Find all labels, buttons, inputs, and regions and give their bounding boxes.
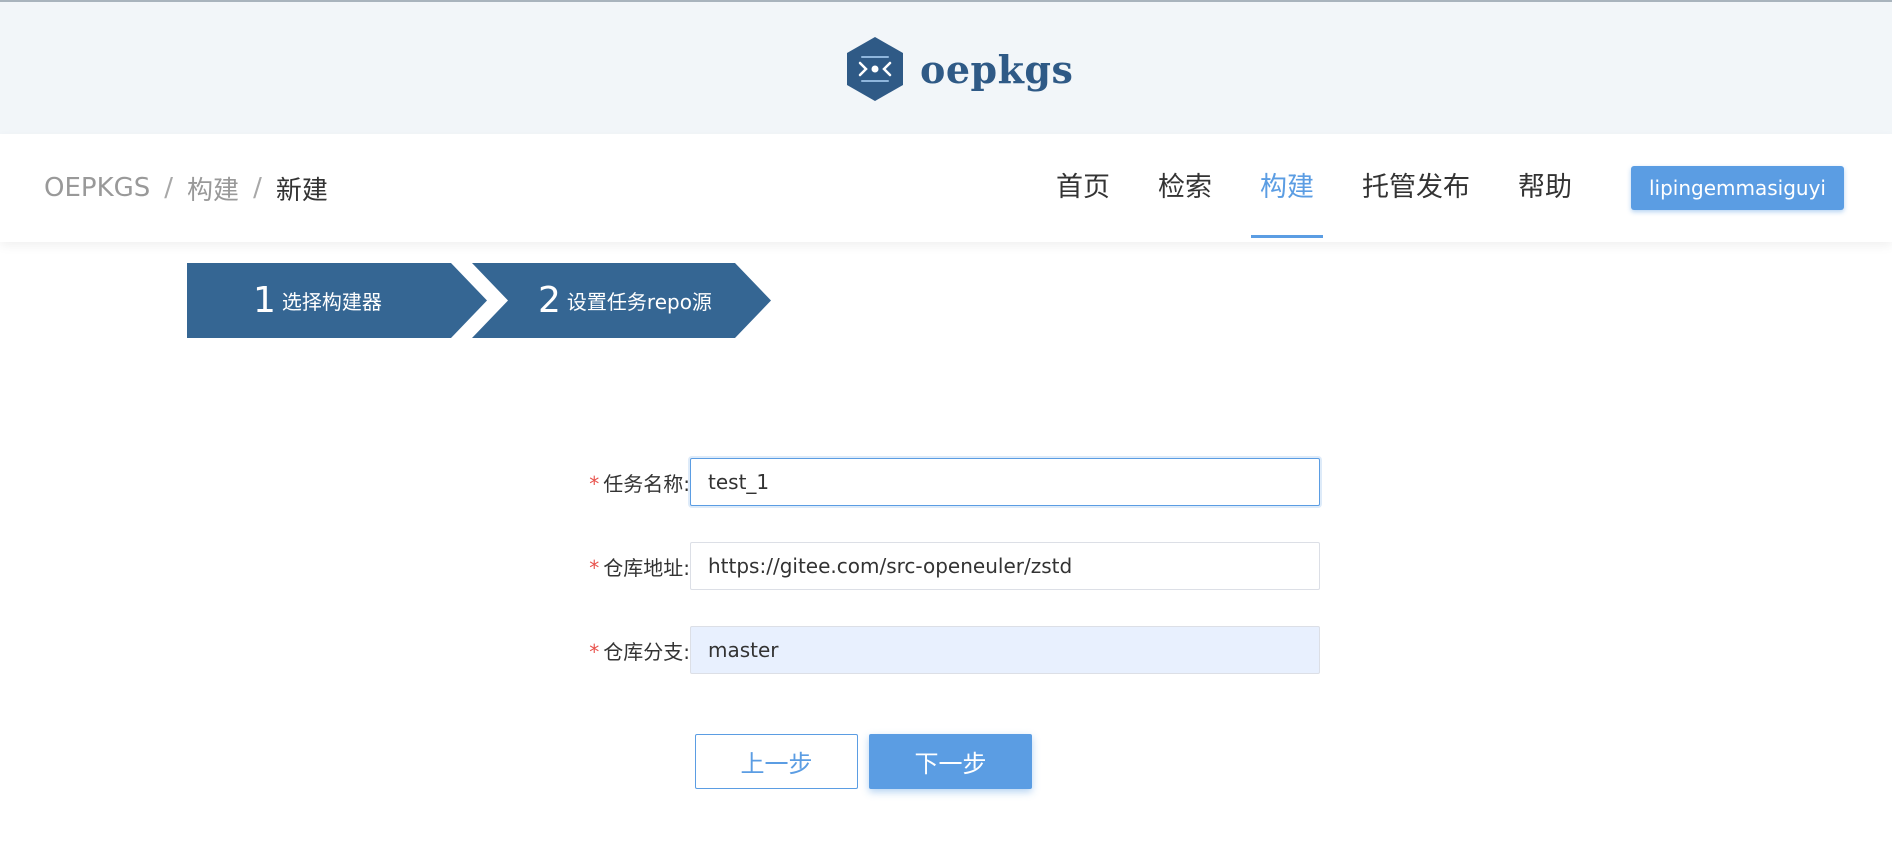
top-banner: oepkgs (0, 0, 1892, 134)
next-step-button[interactable]: 下一步 (869, 734, 1032, 789)
user-account-button[interactable]: lipingemmasiguyi (1630, 166, 1844, 210)
step-2-number: 2 (538, 280, 561, 321)
required-mark: * (589, 555, 600, 580)
task-name-label: * 任务名称: (589, 471, 690, 496)
step-2[interactable]: 2 设置任务repo源 (538, 263, 712, 338)
form-row-repo-branch: * 仓库分支: (500, 626, 1320, 674)
task-name-input[interactable] (690, 458, 1320, 506)
navbar: OEPKGS / 构建 / 新建 首页 检索 构建 托管发布 帮助 liping… (0, 134, 1892, 242)
hexagon-logo-icon (844, 35, 906, 103)
step-1-label: 选择构建器 (281, 290, 382, 314)
brand[interactable]: oepkgs (844, 34, 1073, 104)
brand-name: oepkgs (920, 46, 1074, 92)
nav-item-hosted-release[interactable]: 托管发布 (1353, 134, 1479, 242)
step-1[interactable]: 1 选择构建器 (253, 263, 382, 338)
breadcrumb-separator: / (164, 173, 174, 203)
required-mark: * (589, 639, 600, 664)
breadcrumb-item-oepkgs[interactable]: OEPKGS (44, 173, 150, 203)
nav-item-help[interactable]: 帮助 (1509, 134, 1581, 242)
breadcrumb: OEPKGS / 构建 / 新建 (44, 134, 328, 242)
form-row-repo-url: * 仓库地址: (500, 542, 1320, 590)
step-indicator: 1 选择构建器 2 设置任务repo源 (187, 263, 777, 338)
nav-item-build[interactable]: 构建 (1250, 134, 1323, 242)
repo-url-input[interactable] (690, 542, 1320, 590)
nav-item-home[interactable]: 首页 (1047, 134, 1119, 242)
breadcrumb-separator: / (253, 173, 262, 203)
repo-branch-label: * 仓库分支: (589, 639, 690, 664)
step-1-number: 1 (253, 280, 276, 321)
step-2-label: 设置任务repo源 (566, 290, 712, 314)
breadcrumb-item-new: 新建 (275, 175, 328, 206)
nav-item-search[interactable]: 检索 (1149, 134, 1221, 242)
previous-step-button[interactable]: 上一步 (695, 734, 858, 789)
repo-url-label: * 仓库地址: (589, 555, 690, 580)
repo-branch-input[interactable] (690, 626, 1320, 674)
required-mark: * (589, 471, 600, 496)
form-row-task-name: * 任务名称: (500, 458, 1320, 506)
breadcrumb-item-build[interactable]: 构建 (187, 170, 239, 207)
main-menu: 首页 检索 构建 托管发布 帮助 lipingemmasiguyi (1032, 134, 1892, 242)
